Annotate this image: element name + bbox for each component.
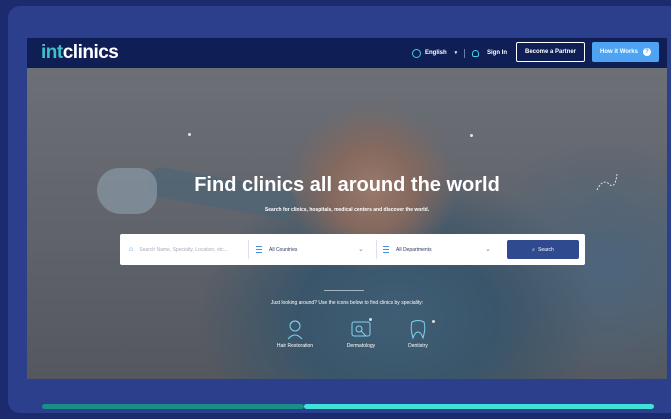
- speciality-dermatology[interactable]: Dermatology: [337, 318, 385, 349]
- search-bar: ⌂ Search Name, Specialty, Location, etc.…: [120, 234, 585, 265]
- dentistry-icon: [410, 320, 426, 340]
- speciality-label: Hair Restoration: [276, 343, 314, 349]
- country-value: All Countries: [269, 246, 298, 253]
- user-icon: [472, 49, 479, 57]
- search-button-label: Search: [537, 246, 554, 253]
- hero-title: Find clinics all around the world: [194, 174, 500, 196]
- speciality-label: Dentistry: [408, 343, 428, 349]
- search-placeholder: Search Name, Specialty, Location, etc...: [139, 246, 228, 253]
- speciality-dentistry[interactable]: Dentistry: [400, 318, 436, 349]
- hero-subtitle: Search for clinics, hospitals, medical c…: [264, 207, 430, 213]
- decor-dot: [470, 134, 473, 137]
- sign-in-label: Sign In: [487, 50, 507, 56]
- top-navigation: intclinics English ▾ Sign In Become a Pa…: [27, 38, 667, 68]
- progress-track: [42, 404, 304, 409]
- browser-screen: intclinics English ▾ Sign In Become a Pa…: [27, 38, 667, 379]
- how-it-works-label: How it Works: [600, 49, 638, 55]
- logo-prefix: int: [41, 42, 63, 63]
- search-input[interactable]: ⌂ Search Name, Specialty, Location, etc.…: [129, 234, 241, 265]
- hair-restoration-icon: [287, 320, 303, 340]
- caret-down-icon: ▾: [454, 50, 458, 56]
- list-icon: [383, 246, 389, 253]
- globe-icon: [412, 48, 421, 58]
- speciality-hint: Just looking around? Use the icons below…: [270, 300, 424, 306]
- become-partner-label: Become a Partner: [524, 49, 577, 55]
- chevron-down-icon[interactable]: ⌄: [485, 245, 491, 253]
- department-value: All Departments: [396, 246, 432, 253]
- department-select[interactable]: All Departments: [383, 234, 495, 265]
- question-icon: ?: [642, 48, 651, 56]
- home-icon: ⌂: [129, 246, 134, 253]
- field-separator: [376, 240, 377, 259]
- language-label: English: [425, 50, 447, 56]
- decor-line: [324, 290, 364, 291]
- chevron-down-icon[interactable]: ⌄: [358, 245, 364, 253]
- how-it-works-button[interactable]: How it Works ?: [592, 42, 659, 62]
- become-partner-button[interactable]: Become a Partner: [516, 42, 585, 62]
- search-icon: ⌕: [532, 246, 535, 253]
- logo[interactable]: intclinics: [41, 42, 119, 64]
- country-select[interactable]: All Countries: [256, 234, 368, 265]
- speciality-hair-restoration[interactable]: Hair Restoration: [267, 318, 323, 349]
- hero-section: Find clinics all around the world Search…: [27, 68, 667, 379]
- dermatology-icon: [351, 321, 371, 337]
- list-icon: [256, 246, 262, 253]
- field-separator: [248, 240, 249, 259]
- language-selector[interactable]: English ▾: [412, 38, 457, 68]
- nav-divider: [464, 49, 465, 58]
- decor-dot: [188, 133, 191, 136]
- progress-fill: [304, 404, 654, 409]
- speciality-label: Dermatology: [346, 343, 376, 349]
- sign-in-link[interactable]: Sign In: [472, 38, 507, 68]
- search-button[interactable]: ⌕ Search: [507, 240, 579, 259]
- logo-suffix: clinics: [62, 42, 119, 63]
